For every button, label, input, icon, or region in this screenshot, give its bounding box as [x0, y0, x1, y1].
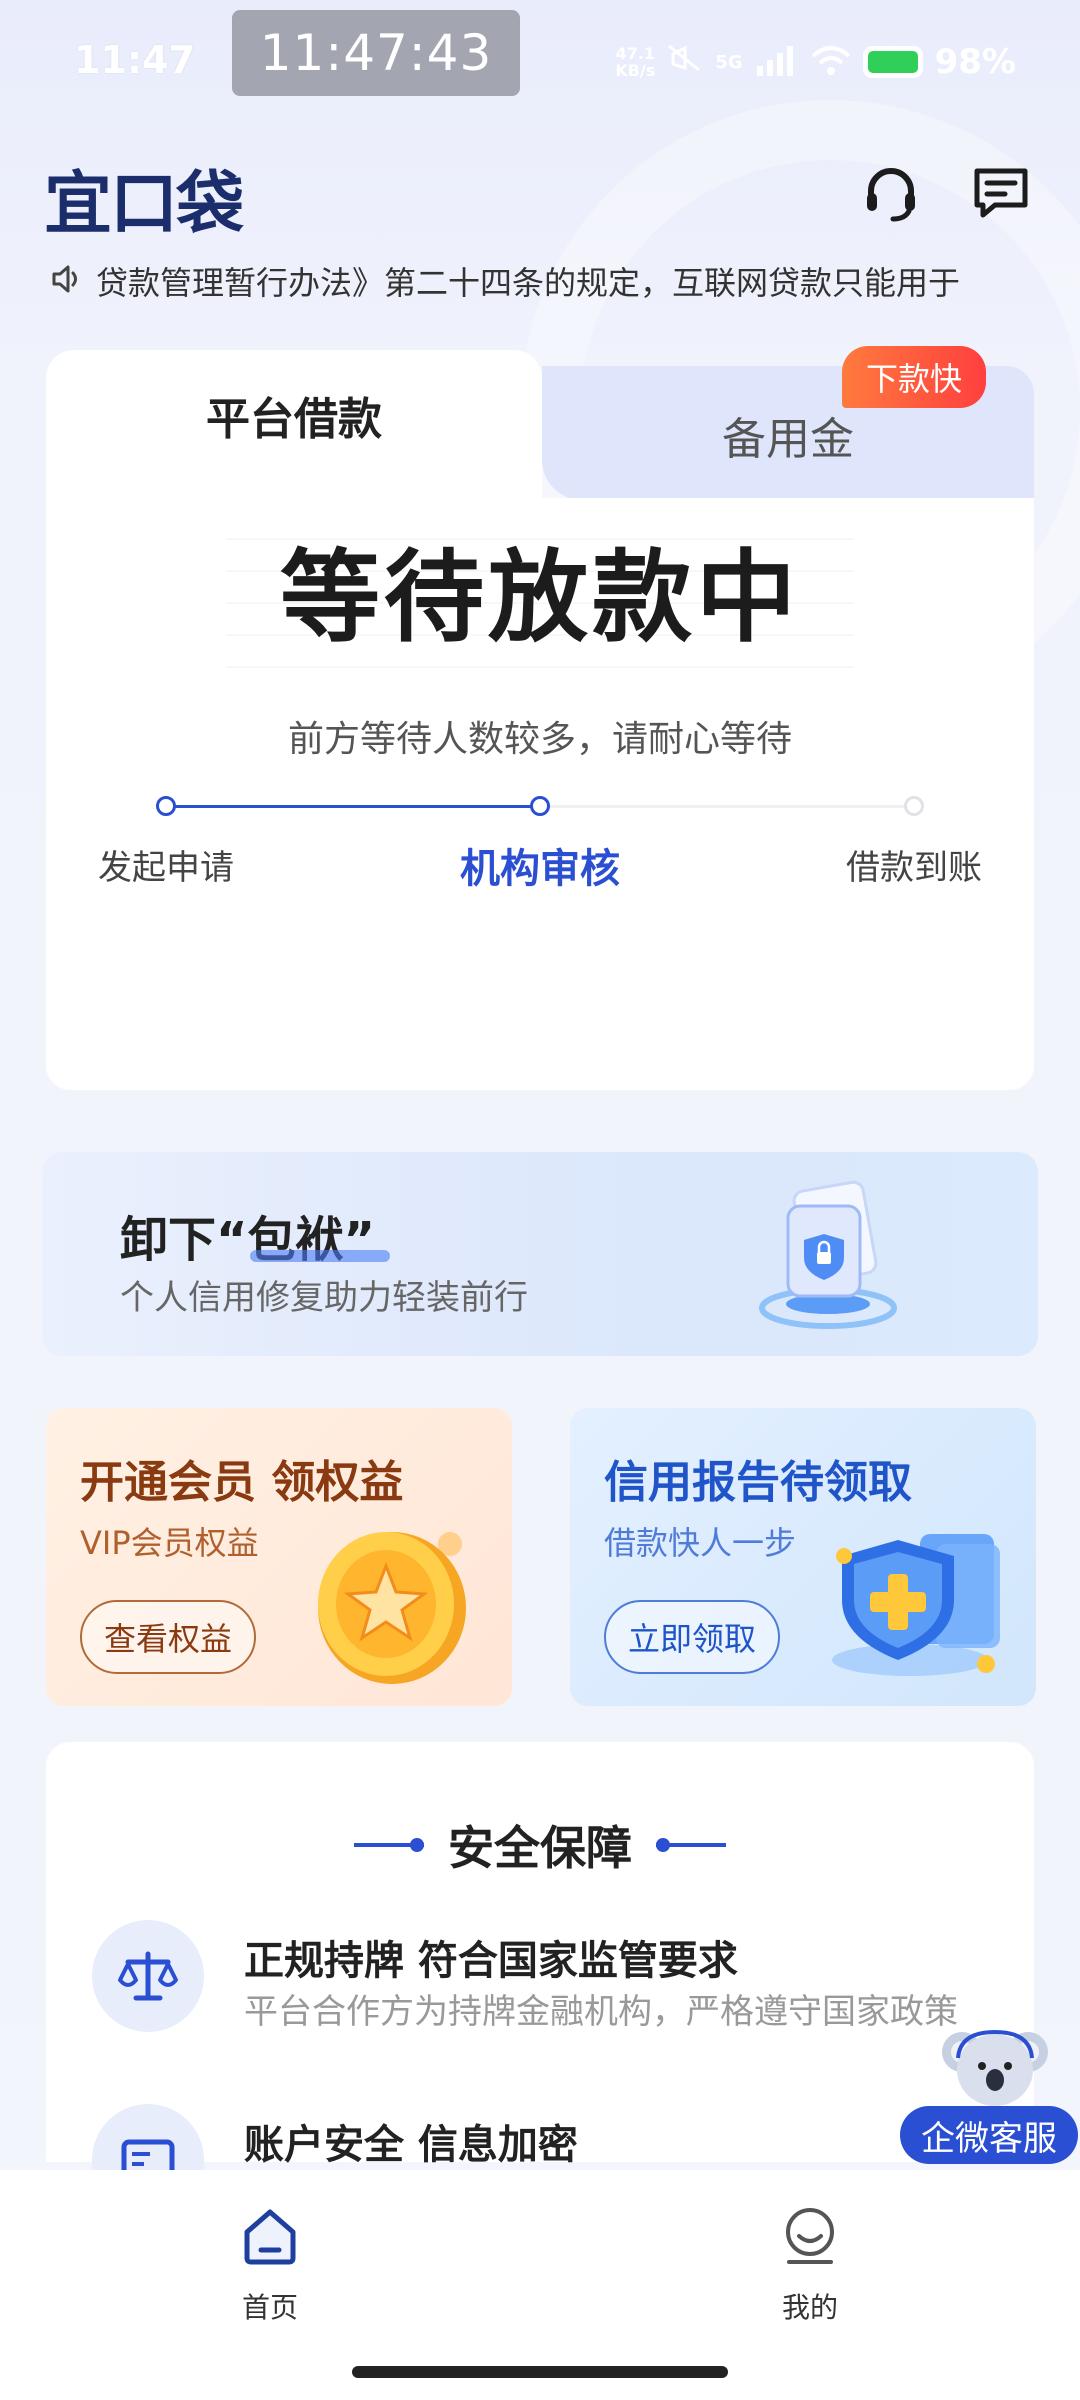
status-time: 11:47: [74, 38, 195, 82]
claim-now-button[interactable]: 立即领取: [604, 1600, 781, 1674]
nav-mine-label: 我的: [781, 2291, 838, 2324]
tab-reserve-fund-label: 备用金: [722, 414, 854, 465]
battery-icon: [862, 46, 923, 78]
wifi-icon: [811, 44, 851, 80]
progress-line-done: [166, 805, 540, 808]
network-speed: 47.1 KB/s: [615, 45, 655, 79]
speaker-icon: [50, 262, 84, 300]
mute-icon: [667, 42, 703, 82]
shield-plus-icon: [824, 1504, 1014, 1694]
network-speed-value: 47.1: [615, 44, 656, 63]
vip-promo-subtitle: VIP会员权益: [80, 1524, 259, 1562]
title-decoration-right: [656, 1838, 726, 1852]
credit-report-card[interactable]: 信用报告待领取 借款快人一步 立即领取: [570, 1408, 1036, 1706]
credit-promo-title: 信用报告待领取: [604, 1457, 912, 1508]
status-title-box: 等待放款中: [226, 508, 854, 668]
step-label-apply: 发起申请: [98, 848, 234, 888]
security-item-title: 账户安全 信息加密: [244, 2122, 578, 2168]
step-dot-arrival: [904, 796, 924, 816]
notice-text: 贷款管理暂行办法》第二十四条的规定，互联网贷款只能用于: [96, 264, 961, 302]
step-dot-apply: [156, 796, 176, 816]
star-coin-icon: [300, 1504, 490, 1694]
vip-promo-title: 开通会员 领权益: [80, 1457, 404, 1508]
security-section: 安全保障 正规持牌 符合国家监管要求 平台合作方为持牌金融机构，严格遵守国家政策: [46, 1742, 1034, 2216]
status-bar: 11:47 11:47:43 47.1 KB/s 5G 98%: [0, 0, 1080, 120]
status-indicators: 47.1 KB/s 5G 98%: [615, 42, 1016, 82]
scale-icon: [92, 1920, 204, 2032]
app-page: 11:47 11:47:43 47.1 KB/s 5G 98% 宜口袋 贷款管理…: [0, 0, 1080, 2400]
title-decoration-left: [354, 1838, 424, 1852]
floating-customer-service[interactable]: 企微客服: [900, 2018, 1080, 2178]
credit-promo-subtitle: 借款快人一步: [604, 1524, 797, 1562]
step-label-arrival: 借款到账: [846, 848, 982, 888]
battery-percentage: 98%: [934, 42, 1016, 82]
message-icon[interactable]: [966, 158, 1036, 228]
home-icon: [239, 2206, 301, 2272]
app-header: 宜口袋: [44, 140, 1036, 244]
loan-status-panel: 等待放款中 前方等待人数较多，请耐心等待 发起申请 机构审核 借款到账: [46, 498, 1034, 1090]
bottom-navigation: 首页 我的: [0, 2170, 1080, 2400]
step-label-review: 机构审核: [460, 846, 620, 892]
fast-loan-badge: 下款快: [841, 346, 986, 408]
shield-document-icon: [748, 1176, 908, 1336]
progress-steps: 发起申请 机构审核 借款到账: [46, 788, 1034, 908]
nav-home[interactable]: 首页: [190, 2206, 350, 2326]
network-type: 5G: [715, 51, 743, 73]
security-title: 安全保障: [448, 1821, 632, 1875]
vip-promo-card[interactable]: 开通会员 领权益 VIP会员权益 查看权益: [46, 1408, 512, 1706]
security-title-row: 安全保障: [46, 1812, 1034, 1878]
headset-icon[interactable]: [856, 158, 926, 228]
view-benefits-button[interactable]: 查看权益: [80, 1600, 257, 1674]
step-dot-review: [530, 796, 550, 816]
progress-line-pending: [540, 805, 914, 808]
security-item-desc: 平台合作方为持牌金融机构，严格遵守国家政策: [244, 1992, 958, 2032]
credit-repair-banner[interactable]: 卸下“包袱” 个人信用修复助力轻装前行: [42, 1152, 1038, 1356]
nav-home-label: 首页: [241, 2291, 298, 2324]
clock-overlay: 11:47:43: [232, 10, 520, 96]
customer-service-label: 企微客服: [900, 2106, 1078, 2164]
profile-icon: [779, 2206, 841, 2272]
home-indicator[interactable]: [352, 2366, 728, 2378]
status-title: 等待放款中: [280, 538, 800, 656]
banner-subtitle: 个人信用修复助力轻装前行: [120, 1278, 528, 1318]
nav-mine[interactable]: 我的: [730, 2206, 890, 2326]
koala-mascot-icon: [940, 2018, 1050, 2118]
tab-platform-loan[interactable]: 平台借款: [46, 350, 542, 500]
notice-bar[interactable]: 贷款管理暂行办法》第二十四条的规定，互联网贷款只能用于: [50, 256, 1040, 306]
app-logo: 宜口袋: [44, 165, 244, 244]
banner-title-underline: [250, 1250, 390, 1262]
banner-title: 卸下“包袱”: [120, 1200, 390, 1270]
loan-card: 平台借款 备用金 下款快 等待放款中 前方等待人数较多，请耐心等待 发起申请 机…: [46, 346, 1034, 1090]
network-speed-unit: KB/s: [615, 61, 656, 80]
signal-icon: [755, 44, 799, 80]
security-item-title: 正规持牌 符合国家监管要求: [244, 1938, 738, 1984]
security-item-licensed: 正规持牌 符合国家监管要求 平台合作方为持牌金融机构，严格遵守国家政策: [92, 1920, 1004, 2040]
status-subtitle: 前方等待人数较多，请耐心等待: [287, 719, 792, 760]
